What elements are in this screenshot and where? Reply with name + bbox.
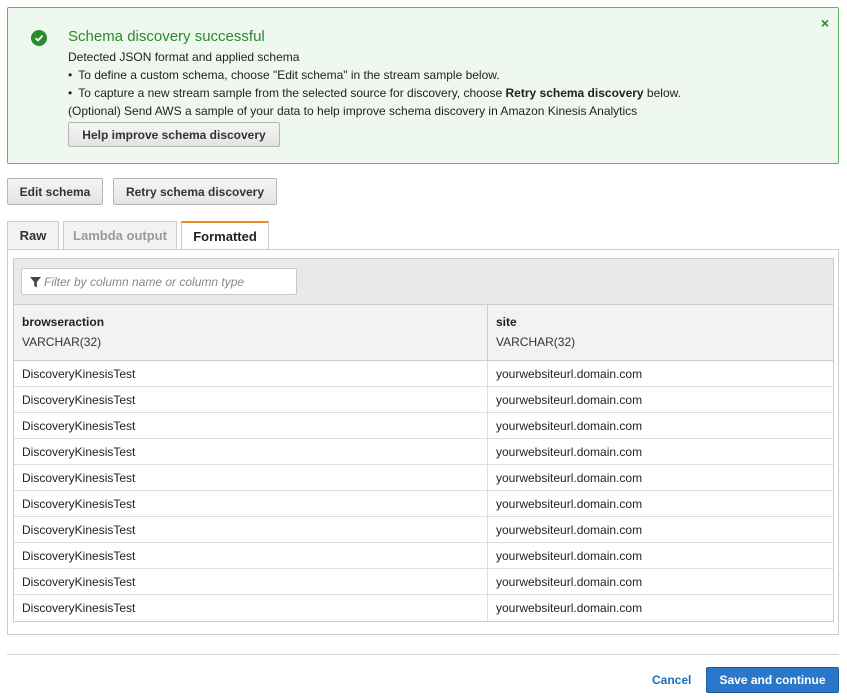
alert-bullet-text: To capture a new stream sample from the … xyxy=(78,86,506,100)
table-body: DiscoveryKinesisTest yourwebsiteurl.domai… xyxy=(14,361,833,621)
table-cell: yourwebsiteurl.domain.com xyxy=(496,471,643,485)
bullet-icon: • xyxy=(68,68,73,82)
table-cell: DiscoveryKinesisTest xyxy=(14,569,488,595)
column-name: site xyxy=(496,315,517,329)
alert-optional-note: (Optional) Send AWS a sample of your dat… xyxy=(68,104,638,118)
table-cell: DiscoveryKinesisTest xyxy=(14,439,488,465)
table-cell: yourwebsiteurl.domain.com xyxy=(496,393,643,407)
table-row: DiscoveryKinesisTest yourwebsiteurl.domai… xyxy=(14,387,833,413)
table-row: DiscoveryKinesisTest yourwebsiteurl.domai… xyxy=(14,491,833,517)
bullet-icon: • xyxy=(68,86,73,100)
table-row: DiscoveryKinesisTest yourwebsiteurl.domai… xyxy=(14,439,833,465)
table-cell: yourwebsiteurl.domain.com xyxy=(496,497,643,511)
tab-raw[interactable]: Raw xyxy=(7,221,59,249)
table-cell: yourwebsiteurl.domain.com xyxy=(496,419,643,433)
column-header-site[interactable]: site VARCHAR(32) xyxy=(488,305,833,361)
cancel-link[interactable]: Cancel xyxy=(652,673,691,687)
column-name: browseraction xyxy=(22,315,105,329)
alert-bullet-text: To define a custom schema, choose "Edit … xyxy=(78,68,500,82)
table-cell: yourwebsiteurl.domain.com xyxy=(496,549,643,563)
table-cell: yourwebsiteurl.domain.com xyxy=(496,367,643,381)
column-header-browseraction[interactable]: browseraction VARCHAR(32) xyxy=(14,305,488,361)
table-row: DiscoveryKinesisTest yourwebsiteurl.domai… xyxy=(14,361,833,387)
table-cell: yourwebsiteurl.domain.com xyxy=(496,523,643,537)
table-cell: DiscoveryKinesisTest xyxy=(14,491,488,517)
alert-bullet-edit-schema: • To define a custom schema, choose "Edit… xyxy=(68,68,500,82)
edit-schema-button[interactable]: Edit schema xyxy=(7,178,103,205)
filter-bar xyxy=(14,259,833,305)
table-row: DiscoveryKinesisTest yourwebsiteurl.domai… xyxy=(14,543,833,569)
alert-title: Schema discovery successful xyxy=(68,28,265,45)
table-cell: yourwebsiteurl.domain.com xyxy=(496,445,643,459)
tab-lambda-output[interactable]: Lambda output xyxy=(63,221,177,249)
filter-field[interactable] xyxy=(21,268,297,295)
table-cell: yourwebsiteurl.domain.com xyxy=(496,575,643,589)
table-row: DiscoveryKinesisTest yourwebsiteurl.domai… xyxy=(14,465,833,491)
table-cell: yourwebsiteurl.domain.com xyxy=(496,601,643,615)
table-row: DiscoveryKinesisTest yourwebsiteurl.domai… xyxy=(14,569,833,595)
table-header: browseraction VARCHAR(32) site VARCHAR(3… xyxy=(14,305,833,361)
table-cell: DiscoveryKinesisTest xyxy=(14,543,488,569)
alert-bullet-text-end: below. xyxy=(643,86,681,100)
tab-formatted[interactable]: Formatted xyxy=(181,221,269,250)
table-cell: DiscoveryKinesisTest xyxy=(14,465,488,491)
alert-message: Detected JSON format and applied schema xyxy=(68,50,300,64)
filter-input[interactable] xyxy=(44,271,292,292)
table-row: DiscoveryKinesisTest yourwebsiteurl.domai… xyxy=(14,517,833,543)
schema-table: browseraction VARCHAR(32) site VARCHAR(3… xyxy=(13,258,834,622)
table-cell: DiscoveryKinesisTest xyxy=(14,595,488,621)
table-row: DiscoveryKinesisTest yourwebsiteurl.domai… xyxy=(14,595,833,621)
table-cell: DiscoveryKinesisTest xyxy=(14,387,488,413)
alert-bullet-bold: Retry schema discovery xyxy=(505,86,644,100)
table-cell: DiscoveryKinesisTest xyxy=(14,413,488,439)
formatted-panel: browseraction VARCHAR(32) site VARCHAR(3… xyxy=(7,249,839,635)
table-cell: DiscoveryKinesisTest xyxy=(14,361,488,387)
column-type: VARCHAR(32) xyxy=(22,335,102,349)
retry-schema-discovery-button[interactable]: Retry schema discovery xyxy=(113,178,277,205)
column-type: VARCHAR(32) xyxy=(496,335,576,349)
help-improve-button[interactable]: Help improve schema discovery xyxy=(68,122,280,147)
filter-icon xyxy=(30,277,41,288)
table-row: DiscoveryKinesisTest yourwebsiteurl.domai… xyxy=(14,413,833,439)
close-icon[interactable]: × xyxy=(821,16,829,30)
check-circle-icon xyxy=(31,30,47,46)
schema-discovery-success-alert: × Schema discovery successful Detected J… xyxy=(7,7,839,164)
save-and-continue-button[interactable]: Save and continue xyxy=(706,667,839,693)
footer-divider xyxy=(7,654,839,655)
table-cell: DiscoveryKinesisTest xyxy=(14,517,488,543)
alert-bullet-retry: • To capture a new stream sample from the… xyxy=(68,86,681,100)
